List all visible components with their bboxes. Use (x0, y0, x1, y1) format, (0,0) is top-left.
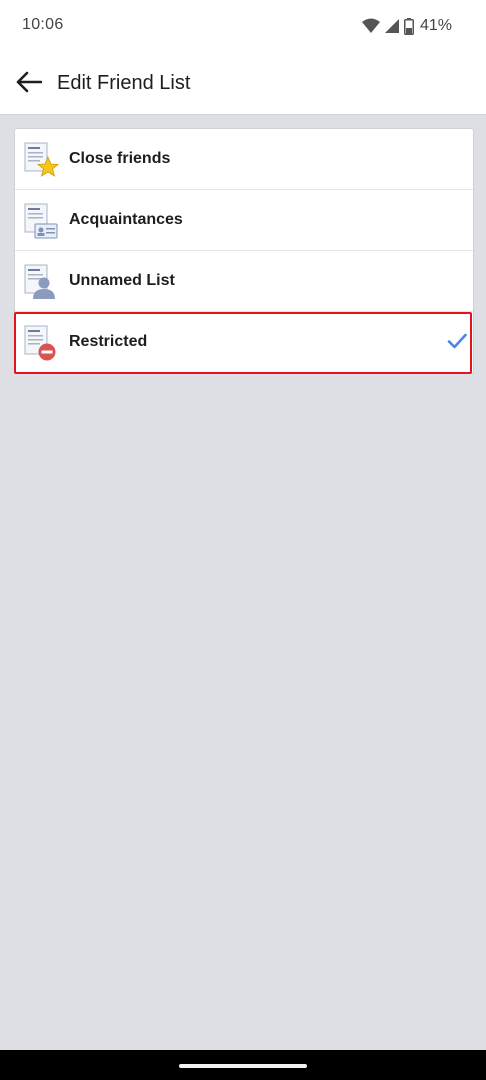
status-icons: 41% (361, 14, 452, 38)
wifi-icon (361, 18, 380, 33)
navigation-bar (0, 1050, 486, 1080)
list-item-acquaintances[interactable]: Acquaintances (15, 190, 473, 251)
app-bar: Edit Friend List (0, 52, 486, 115)
status-time: 10:06 (22, 16, 64, 33)
list-item-unnamed-list[interactable]: Unnamed List (15, 251, 473, 312)
close-friends-icon (24, 142, 59, 177)
restricted-icon (24, 325, 56, 361)
list-item-label: Close friends (69, 150, 171, 167)
arrow-left-icon (16, 71, 42, 93)
status-bar: 10:06 41% (0, 0, 486, 52)
page-title: Edit Friend List (57, 72, 191, 94)
home-indicator[interactable] (179, 1064, 307, 1068)
signal-icon (384, 19, 399, 33)
battery-icon (403, 17, 414, 35)
list-item-restricted[interactable]: Restricted (14, 312, 473, 374)
unnamed-list-icon (24, 264, 55, 299)
list-item-label: Unnamed List (69, 272, 175, 289)
list-item-label: Restricted (69, 333, 148, 350)
battery-percentage: 41% (419, 17, 452, 34)
checkmark-icon (447, 333, 467, 349)
acquaintances-icon (24, 203, 58, 239)
list-item-label: Acquaintances (69, 211, 183, 228)
back-button[interactable] (8, 61, 50, 103)
list-item-close-friends[interactable]: Close friends (15, 129, 473, 190)
friend-list-card: Close friends Acquaintances Unnamed List (14, 128, 474, 374)
